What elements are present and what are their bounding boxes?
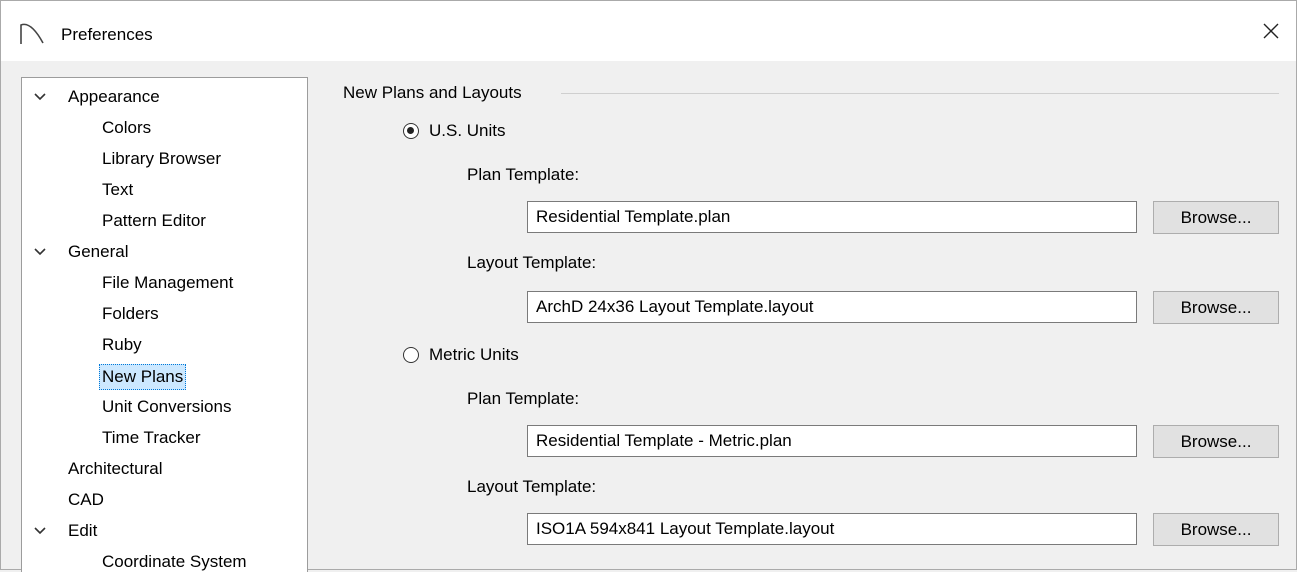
tree-item-cad[interactable]: CAD [68, 487, 104, 513]
tree-item-library-browser[interactable]: Library Browser [102, 146, 221, 172]
tree-item-unit-conversions[interactable]: Unit Conversions [102, 394, 231, 420]
preferences-window: Preferences Appearance Colors Library Brow… [0, 0, 1297, 572]
tree-item-edit[interactable]: Edit [68, 518, 97, 544]
radio-circle [403, 347, 419, 363]
new-plans-panel: New Plans and Layouts U.S. Units Plan Te… [321, 1, 1297, 571]
chevron-down-icon[interactable] [34, 84, 48, 110]
metric-layout-browse-button[interactable]: Browse... [1153, 513, 1279, 546]
metric-units-radio[interactable]: Metric Units [403, 345, 519, 365]
chevron-down-icon[interactable] [34, 518, 48, 544]
tree-item-architectural[interactable]: Architectural [68, 456, 162, 482]
window-title: Preferences [61, 25, 153, 44]
tree-item-file-management[interactable]: File Management [102, 270, 233, 296]
tree-item-general[interactable]: General [68, 239, 128, 265]
metric-plan-template-input[interactable]: Residential Template - Metric.plan [527, 425, 1137, 457]
metric-layout-template-input[interactable]: ISO1A 594x841 Layout Template.layout [527, 513, 1137, 545]
tree-item-time-tracker[interactable]: Time Tracker [102, 425, 201, 451]
category-tree[interactable]: Appearance Colors Library Browser Text Patte… [21, 77, 308, 572]
us-layout-browse-button[interactable]: Browse... [1153, 291, 1279, 324]
us-units-label: U.S. Units [429, 121, 506, 140]
us-units-radio[interactable]: U.S. Units [403, 121, 506, 141]
tree-item-pattern-editor[interactable]: Pattern Editor [102, 208, 206, 234]
tree-item-text[interactable]: Text [102, 177, 133, 203]
radio-circle [403, 123, 419, 139]
metric-plan-template-label: Plan Template: [467, 389, 580, 408]
tree-item-ruby[interactable]: Ruby [102, 332, 142, 358]
us-plan-template-label: Plan Template: [467, 165, 580, 184]
us-layout-template-input[interactable]: ArchD 24x36 Layout Template.layout [527, 291, 1137, 323]
app-arch-icon [19, 21, 45, 45]
chevron-down-icon[interactable] [34, 239, 48, 265]
tree-item-appearance[interactable]: Appearance [68, 84, 160, 110]
tree-item-coordinate-system[interactable]: Coordinate System [102, 549, 247, 572]
metric-layout-template-label: Layout Template: [467, 477, 597, 496]
us-plan-browse-button[interactable]: Browse... [1153, 201, 1279, 234]
us-layout-template-label: Layout Template: [467, 253, 597, 272]
tree-item-folders[interactable]: Folders [102, 301, 159, 327]
tree-item-new-plans[interactable]: New Plans [99, 364, 187, 390]
metric-units-label: Metric Units [429, 345, 519, 364]
metric-plan-browse-button[interactable]: Browse... [1153, 425, 1279, 458]
group-divider [561, 93, 1279, 94]
us-plan-template-input[interactable]: Residential Template.plan [527, 201, 1137, 233]
tree-item-colors[interactable]: Colors [102, 115, 151, 141]
group-title: New Plans and Layouts [343, 83, 530, 103]
